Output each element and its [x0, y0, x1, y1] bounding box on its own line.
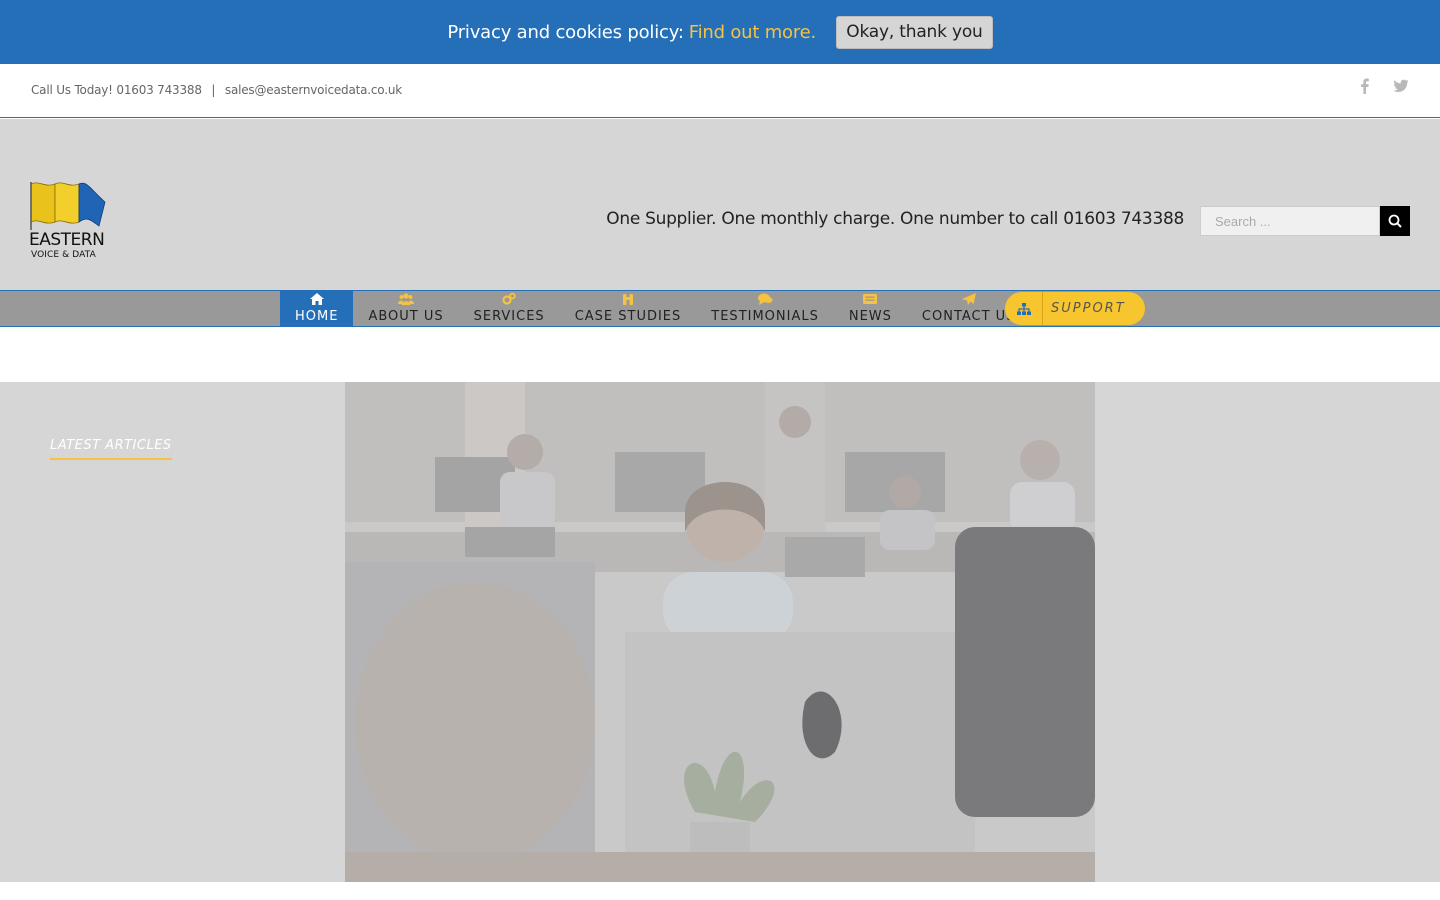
main-content: LATEST ARTICLES: [0, 382, 1440, 882]
logo-subtitle: VOICE & DATA: [31, 250, 96, 260]
contact-line: Call Us Today! 01603 743388 | sales@east…: [31, 83, 402, 97]
nav-items: HOME ABOUT US SERVICES CASE STUDIES TEST…: [280, 291, 1030, 326]
nav-label-services: SERVICES: [473, 309, 545, 324]
nav-label-about-us: ABOUT US: [368, 309, 444, 324]
hero-image: [345, 382, 1095, 882]
call-center-photo: [345, 382, 1095, 882]
cookie-text: Privacy and cookies policy:: [447, 21, 684, 43]
email-link[interactable]: sales@easternvoicedata.co.uk: [225, 83, 402, 97]
nav-item-case-studies[interactable]: CASE STUDIES: [560, 291, 697, 326]
sitemap-icon: [1016, 302, 1031, 315]
nav-label-home: HOME: [295, 309, 339, 324]
chat-icon: [758, 293, 773, 305]
social-links: [1356, 77, 1410, 95]
cookie-bar: Privacy and cookies policy: Find out mor…: [0, 0, 1440, 64]
site-logo[interactable]: EASTERN VOICE & DATA: [29, 180, 109, 262]
nav-item-home[interactable]: HOME: [280, 291, 354, 326]
facebook-icon[interactable]: [1356, 77, 1374, 95]
support-label: SUPPORT: [1051, 301, 1126, 316]
cookie-accept-button[interactable]: Okay, thank you: [836, 15, 993, 49]
cogs-icon: [502, 292, 516, 305]
cookie-dot: .: [810, 21, 817, 43]
nav-item-about-us[interactable]: ABOUT US: [353, 291, 458, 326]
nav-item-services[interactable]: SERVICES: [459, 291, 560, 326]
main-nav: HOME ABOUT US SERVICES CASE STUDIES TEST…: [0, 290, 1440, 327]
support-icon-wrap: [1005, 292, 1043, 325]
users-icon: [398, 293, 415, 305]
header-tagline: One Supplier. One monthly charge. One nu…: [606, 209, 1184, 229]
top-info-bar: Call Us Today! 01603 743388 | sales@east…: [0, 64, 1440, 118]
header-spacer: [0, 327, 1440, 382]
paper-plane-icon: [961, 293, 976, 305]
flag-logo-icon: [30, 182, 106, 230]
nav-label-testimonials: TESTIMONIALS: [711, 309, 819, 324]
phone-text: Call Us Today! 01603 743388: [31, 83, 202, 97]
nav-label-contact-us: CONTACT US: [921, 309, 1016, 324]
search-input[interactable]: [1200, 206, 1380, 236]
latest-articles-title: LATEST ARTICLES: [50, 438, 172, 460]
twitter-icon[interactable]: [1392, 77, 1410, 95]
nav-label-case-studies: CASE STUDIES: [574, 309, 682, 324]
search-form: [1200, 206, 1410, 236]
search-button[interactable]: [1380, 206, 1410, 236]
nav-item-news[interactable]: NEWS: [834, 291, 907, 326]
site-header: EASTERN VOICE & DATA One Supplier. One m…: [0, 119, 1440, 290]
news-icon: [863, 294, 878, 304]
cookie-policy-link[interactable]: Find out more: [689, 22, 811, 43]
binoculars-icon: [622, 294, 633, 305]
contact-separator: |: [211, 83, 216, 97]
search-icon: [1388, 214, 1402, 228]
support-button[interactable]: SUPPORT: [1005, 292, 1145, 325]
nav-item-testimonials[interactable]: TESTIMONIALS: [696, 291, 834, 326]
home-icon: [309, 293, 324, 305]
footer-strip: [0, 882, 1440, 900]
nav-label-news: NEWS: [848, 309, 892, 324]
logo-title: EASTERN: [29, 230, 105, 250]
